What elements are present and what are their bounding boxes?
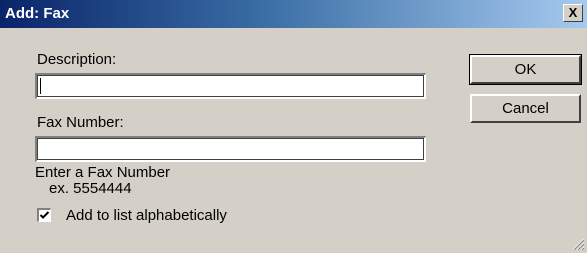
checkmark-icon: [39, 211, 50, 219]
text-caret: [40, 78, 41, 94]
alphabetical-label[interactable]: Add to list alphabetically: [66, 207, 227, 224]
window-title: Add: Fax: [5, 5, 70, 22]
resize-grip-icon[interactable]: [571, 237, 585, 251]
close-icon: X: [568, 5, 578, 20]
fax-number-input[interactable]: [35, 136, 426, 162]
title-bar[interactable]: Add: Fax X: [0, 0, 587, 28]
fax-number-hint: Enter a Fax Number: [35, 164, 171, 181]
close-button[interactable]: X: [563, 4, 583, 22]
cancel-button[interactable]: Cancel: [470, 94, 581, 123]
fax-number-label: Fax Number:: [37, 114, 124, 131]
alphabetical-checkbox[interactable]: [37, 208, 51, 222]
ok-button[interactable]: OK: [469, 54, 582, 85]
description-label: Description:: [37, 51, 117, 68]
add-fax-dialog: Add: Fax X Description: Fax Number: Ente…: [0, 0, 587, 253]
description-input[interactable]: [35, 73, 426, 99]
fax-number-example: ex. 5554444: [49, 180, 132, 197]
